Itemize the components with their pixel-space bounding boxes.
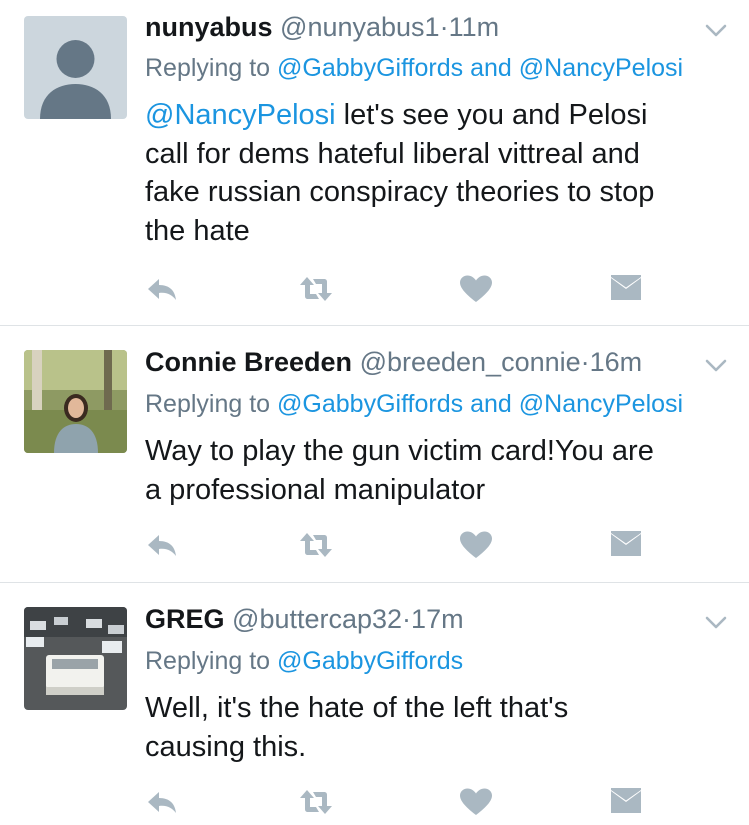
separator-dot: · [402, 604, 412, 634]
user-handle[interactable]: @buttercap32 [232, 604, 402, 634]
tweet-text-line: causing this. [145, 730, 307, 763]
avatar[interactable] [24, 16, 127, 119]
reply-mention-nancypelosi[interactable]: @NancyPelosi [519, 390, 683, 418]
replying-to: Replying to @GabbyGiffords [145, 647, 463, 676]
user-handle[interactable]: @nunyabus1 [280, 12, 440, 42]
default-avatar-icon [40, 40, 111, 119]
tweet-header: GREG @buttercap32·17m [145, 604, 464, 635]
separator-dot: · [439, 12, 449, 42]
reply-mention-and[interactable]: and [470, 54, 512, 82]
timestamp[interactable]: 16m [590, 347, 643, 377]
display-name[interactable]: GREG [145, 604, 225, 634]
tweet-actions [145, 274, 655, 304]
user-handle[interactable]: @breeden_connie [360, 347, 581, 377]
heart-icon[interactable] [459, 530, 493, 560]
tweet-text-line: a professional manipulator [145, 473, 486, 506]
reply-mention-gabbygiffords[interactable]: @GabbyGiffords [277, 647, 463, 675]
replying-to: Replying to @GabbyGiffords and @NancyPel… [145, 390, 683, 419]
replying-to: Replying to @GabbyGiffords and @NancyPel… [145, 54, 683, 83]
tweet-text: Way to play the gun victim card!You are … [145, 432, 735, 509]
tweet-text-line: Way to play the gun victim card!You are [145, 435, 654, 467]
reply-icon[interactable] [145, 787, 179, 817]
envelope-icon[interactable] [609, 530, 643, 560]
tweet-text-line: Well, it's the hate of the left that's [145, 692, 569, 724]
avatar[interactable] [24, 350, 127, 453]
reply-mention-and[interactable]: and [470, 390, 512, 418]
tweet-text-line: the hate [145, 214, 250, 247]
tweet-actions [145, 787, 655, 817]
reply-mention-nancypelosi[interactable]: @NancyPelosi [519, 54, 683, 82]
separator-dot: · [580, 347, 590, 377]
heart-icon[interactable] [459, 274, 493, 304]
replying-to-label: Replying to [145, 54, 271, 82]
heart-icon[interactable] [459, 787, 493, 817]
tweet-3[interactable]: GREG @buttercap32·17m Replying to @Gabby… [0, 583, 749, 825]
reply-mention-gabbygiffords[interactable]: @GabbyGiffords [277, 390, 463, 418]
tweet-text: @NancyPelosi let's see you and Pelosi ca… [145, 96, 735, 250]
tweet-2[interactable]: Connie Breeden @breeden_connie·16m Reply… [0, 326, 749, 582]
profile-photo [24, 607, 127, 710]
reply-icon[interactable] [145, 274, 179, 304]
replying-to-label: Replying to [145, 390, 271, 418]
timestamp[interactable]: 17m [411, 604, 464, 634]
chevron-down-icon[interactable] [705, 22, 727, 38]
profile-photo [24, 350, 127, 453]
chevron-down-icon[interactable] [705, 357, 727, 373]
envelope-icon[interactable] [609, 274, 643, 304]
avatar[interactable] [24, 607, 127, 710]
reply-icon[interactable] [145, 530, 179, 560]
chevron-down-icon[interactable] [705, 614, 727, 630]
body-mention-nancypelosi[interactable]: @NancyPelosi [145, 99, 336, 131]
replying-to-label: Replying to [145, 647, 271, 675]
tweet-text-line: fake russian conspiracy theories to stop [145, 176, 655, 208]
tweet-actions [145, 530, 655, 560]
retweet-icon[interactable] [299, 787, 333, 817]
retweet-icon[interactable] [299, 274, 333, 304]
envelope-icon[interactable] [609, 787, 643, 817]
display-name[interactable]: nunyabus [145, 12, 273, 42]
retweet-icon[interactable] [299, 530, 333, 560]
tweet-text-line: call for dems hateful liberal vittreal a… [145, 137, 640, 170]
tweet-header: Connie Breeden @breeden_connie·16m [145, 347, 642, 378]
display-name[interactable]: Connie Breeden [145, 347, 352, 377]
reply-mention-gabbygiffords[interactable]: @GabbyGiffords [277, 54, 463, 82]
tweet-1[interactable]: nunyabus @nunyabus1·11m Replying to @Gab… [0, 0, 749, 325]
timestamp[interactable]: 11m [449, 12, 500, 42]
tweet-text-line: let's see you and Pelosi [335, 99, 648, 131]
tweet-header: nunyabus @nunyabus1·11m [145, 12, 499, 43]
tweet-text: Well, it's the hate of the left that's c… [145, 689, 735, 766]
